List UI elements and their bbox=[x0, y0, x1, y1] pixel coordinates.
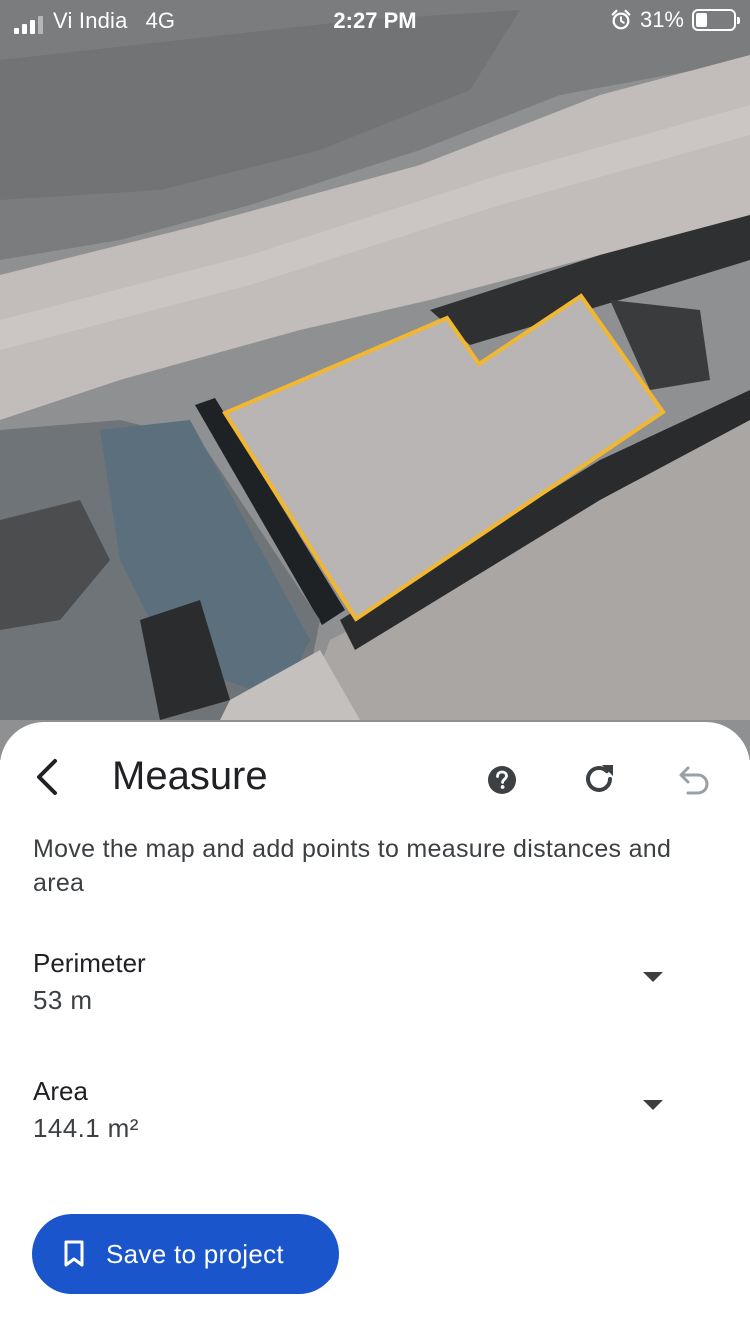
save-to-project-button[interactable]: Save to project bbox=[32, 1214, 339, 1294]
perimeter-label: Perimeter bbox=[33, 948, 146, 978]
help-icon bbox=[488, 766, 516, 794]
measure-sheet: Measure Move the map and add points to m… bbox=[0, 722, 750, 1334]
save-button-label: Save to project bbox=[106, 1238, 284, 1269]
satellite-map[interactable] bbox=[0, 0, 750, 760]
back-button[interactable] bbox=[24, 752, 68, 802]
alarm-icon bbox=[611, 9, 631, 30]
battery-level bbox=[696, 13, 708, 27]
perimeter-value: 53 m bbox=[33, 985, 93, 1015]
status-bar: Vi India 4G 2:27 PM 31% bbox=[0, 0, 750, 40]
caret-down-icon[interactable] bbox=[643, 972, 663, 982]
instructions-text: Move the map and add points to measure d… bbox=[33, 835, 672, 897]
page-title: Measure bbox=[112, 754, 268, 798]
area-row[interactable]: Area 144.1 m² bbox=[33, 1074, 693, 1154]
status-right: 31% bbox=[610, 7, 740, 33]
undo-button[interactable] bbox=[674, 760, 714, 800]
chevron-left-icon bbox=[37, 759, 57, 795]
caret-down-icon[interactable] bbox=[643, 1100, 663, 1110]
sheet-header: Measure bbox=[0, 722, 750, 832]
area-label: Area bbox=[33, 1076, 88, 1106]
bookmark-icon bbox=[64, 1240, 84, 1267]
undo-icon bbox=[679, 766, 709, 795]
map-imagery bbox=[0, 0, 750, 760]
perimeter-row[interactable]: Perimeter 53 m bbox=[33, 946, 693, 1026]
battery-percent: 31% bbox=[639, 7, 684, 32]
help-button[interactable] bbox=[486, 764, 518, 796]
screen: Vi India 4G 2:27 PM 31% Measure Move the… bbox=[0, 0, 750, 1334]
area-value: 144.1 m² bbox=[33, 1113, 139, 1143]
battery-icon bbox=[692, 9, 740, 31]
refresh-icon bbox=[586, 765, 613, 792]
reset-button[interactable] bbox=[578, 758, 620, 800]
